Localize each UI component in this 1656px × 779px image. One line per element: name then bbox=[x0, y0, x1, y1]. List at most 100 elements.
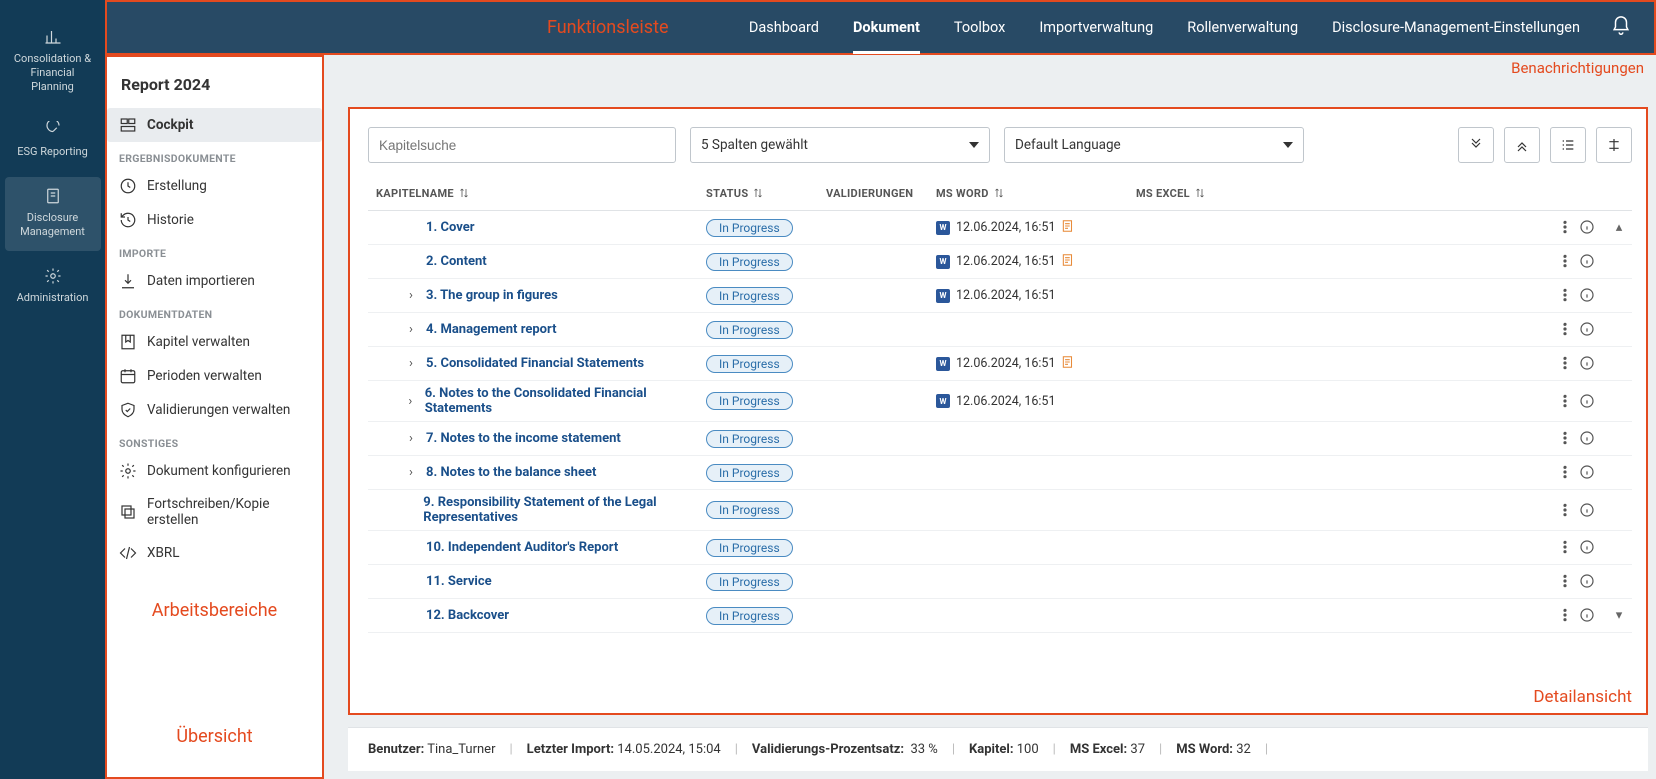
expand-all-button[interactable] bbox=[1458, 127, 1494, 163]
notifications-icon[interactable] bbox=[1610, 15, 1632, 41]
info-icon[interactable] bbox=[1576, 284, 1598, 306]
sidebar-item-perioden-verwalten[interactable]: Perioden verwalten bbox=[107, 359, 322, 393]
chapter-link[interactable]: 1. Cover bbox=[426, 220, 475, 235]
chevron-right-icon[interactable]: › bbox=[404, 288, 418, 303]
row-menu-button[interactable] bbox=[1554, 284, 1576, 306]
workspace-sidebar: Report 2024 CockpitERGEBNISDOKUMENTEErst… bbox=[105, 55, 324, 779]
scroll-down-icon[interactable]: ▾ bbox=[1616, 608, 1623, 623]
info-icon[interactable] bbox=[1576, 570, 1598, 592]
chevron-right-icon[interactable]: › bbox=[404, 394, 417, 409]
chapter-link[interactable]: 5. Consolidated Financial Statements bbox=[426, 356, 644, 371]
info-icon[interactable] bbox=[1576, 250, 1598, 272]
language-select[interactable]: Default Language bbox=[1004, 127, 1304, 163]
topnav-rollenverwaltung[interactable]: Rollenverwaltung bbox=[1187, 3, 1298, 52]
info-icon[interactable] bbox=[1576, 536, 1598, 558]
status-badge: In Progress bbox=[706, 539, 793, 557]
info-icon[interactable] bbox=[1576, 216, 1598, 238]
chapter-link[interactable]: 11. Service bbox=[426, 574, 492, 589]
row-menu-button[interactable] bbox=[1554, 318, 1576, 340]
info-icon[interactable] bbox=[1576, 352, 1598, 374]
attachment-icon[interactable] bbox=[1061, 219, 1075, 237]
row-menu-button[interactable] bbox=[1554, 250, 1576, 272]
attachment-icon[interactable] bbox=[1061, 253, 1075, 271]
status-badge: In Progress bbox=[706, 501, 793, 519]
rail-item-0[interactable]: Consolidation & Financial Planning bbox=[5, 18, 101, 105]
annotation-overview: Übersicht bbox=[107, 716, 322, 777]
scroll-up-icon[interactable]: ▴ bbox=[1616, 220, 1623, 235]
chapter-link[interactable]: 4. Management report bbox=[426, 322, 556, 337]
sidebar-item-validierungen-verwalten[interactable]: Validierungen verwalten bbox=[107, 393, 322, 427]
topnav-disclosure-management-einstellungen[interactable]: Disclosure-Management-Einstellungen bbox=[1332, 3, 1580, 52]
row-menu-button[interactable] bbox=[1554, 427, 1576, 449]
columns-select[interactable]: 5 Spalten gewählt bbox=[690, 127, 990, 163]
chapter-link[interactable]: 9. Responsibility Statement of the Legal… bbox=[423, 495, 690, 525]
chapter-link[interactable]: 8. Notes to the balance sheet bbox=[426, 465, 596, 480]
import-icon bbox=[119, 272, 137, 290]
row-menu-button[interactable] bbox=[1554, 536, 1576, 558]
chapter-link[interactable]: 2. Content bbox=[426, 254, 487, 269]
layout-button[interactable] bbox=[1596, 127, 1632, 163]
topnav-dokument[interactable]: Dokument bbox=[853, 3, 920, 52]
sidebar-item-erstellung[interactable]: Erstellung bbox=[107, 169, 322, 203]
attachment-icon[interactable] bbox=[1061, 355, 1075, 373]
sidebar-item-fortschreiben-kopie-erstellen[interactable]: Fortschreiben/Kopie erstellen bbox=[107, 488, 322, 536]
row-menu-button[interactable] bbox=[1554, 352, 1576, 374]
word-icon: W bbox=[936, 394, 950, 408]
table-row: 2. ContentIn ProgressW12.06.2024, 16:51 bbox=[368, 245, 1632, 279]
row-menu-button[interactable] bbox=[1554, 570, 1576, 592]
list-view-button[interactable] bbox=[1550, 127, 1586, 163]
info-icon[interactable] bbox=[1576, 461, 1598, 483]
row-menu-button[interactable] bbox=[1554, 499, 1576, 521]
sidebar-item-kapitel-verwalten[interactable]: Kapitel verwalten bbox=[107, 325, 322, 359]
sort-icon[interactable] bbox=[1190, 187, 1206, 200]
chapter-link[interactable]: 7. Notes to the income statement bbox=[426, 431, 621, 446]
status-badge: In Progress bbox=[706, 607, 793, 625]
chevron-right-icon[interactable]: › bbox=[404, 322, 418, 337]
sidebar-item-dokument-konfigurieren[interactable]: Dokument konfigurieren bbox=[107, 454, 322, 488]
row-menu-button[interactable] bbox=[1554, 216, 1576, 238]
word-icon: W bbox=[936, 221, 950, 235]
topnav-toolbox[interactable]: Toolbox bbox=[954, 3, 1005, 52]
calendar-icon bbox=[119, 367, 137, 385]
row-menu-button[interactable] bbox=[1554, 461, 1576, 483]
info-icon[interactable] bbox=[1576, 390, 1598, 412]
rail-item-1[interactable]: ESG Reporting bbox=[5, 111, 101, 171]
topnav-dashboard[interactable]: Dashboard bbox=[749, 3, 819, 52]
chapter-link[interactable]: 6. Notes to the Consolidated Financial S… bbox=[425, 386, 690, 416]
status-badge: In Progress bbox=[706, 430, 793, 448]
row-menu-button[interactable] bbox=[1554, 604, 1576, 626]
rail-item-3[interactable]: Administration bbox=[5, 257, 101, 317]
word-icon: W bbox=[936, 255, 950, 269]
gauge-icon bbox=[44, 121, 62, 139]
status-badge: In Progress bbox=[706, 392, 793, 410]
sort-icon[interactable] bbox=[454, 187, 470, 200]
chapter-link[interactable]: 12. Backcover bbox=[426, 608, 509, 623]
cockpit-icon bbox=[119, 116, 137, 134]
topnav-importverwaltung[interactable]: Importverwaltung bbox=[1039, 3, 1153, 52]
row-menu-button[interactable] bbox=[1554, 390, 1576, 412]
info-icon[interactable] bbox=[1576, 427, 1598, 449]
chevron-right-icon[interactable]: › bbox=[404, 356, 418, 371]
chevron-right-icon[interactable]: › bbox=[404, 431, 418, 446]
sort-icon[interactable] bbox=[989, 187, 1005, 200]
status-badge: In Progress bbox=[706, 253, 793, 271]
sidebar-item-xbrl[interactable]: XBRL bbox=[107, 536, 322, 570]
chapter-link[interactable]: 10. Independent Auditor's Report bbox=[426, 540, 618, 555]
info-icon[interactable] bbox=[1576, 499, 1598, 521]
annotation-topbar: Funktionsleiste bbox=[547, 17, 669, 38]
collapse-all-button[interactable] bbox=[1504, 127, 1540, 163]
annotation-detail: Detailansicht bbox=[1533, 687, 1632, 707]
chevron-right-icon[interactable]: › bbox=[404, 465, 418, 480]
chapter-search-input[interactable] bbox=[368, 127, 676, 163]
sort-icon[interactable] bbox=[748, 187, 764, 200]
annotation-workspaces: Arbeitsbereiche bbox=[107, 570, 322, 621]
status-badge: In Progress bbox=[706, 573, 793, 591]
sidebar-item-daten-importieren[interactable]: Daten importieren bbox=[107, 264, 322, 298]
sidebar-item-historie[interactable]: Historie bbox=[107, 203, 322, 237]
rail-item-2[interactable]: Disclosure Management bbox=[5, 177, 101, 251]
chapter-link[interactable]: 3. The group in figures bbox=[426, 288, 558, 303]
gear-icon bbox=[119, 462, 137, 480]
info-icon[interactable] bbox=[1576, 318, 1598, 340]
info-icon[interactable] bbox=[1576, 604, 1598, 626]
sidebar-item-cockpit[interactable]: Cockpit bbox=[107, 108, 322, 142]
